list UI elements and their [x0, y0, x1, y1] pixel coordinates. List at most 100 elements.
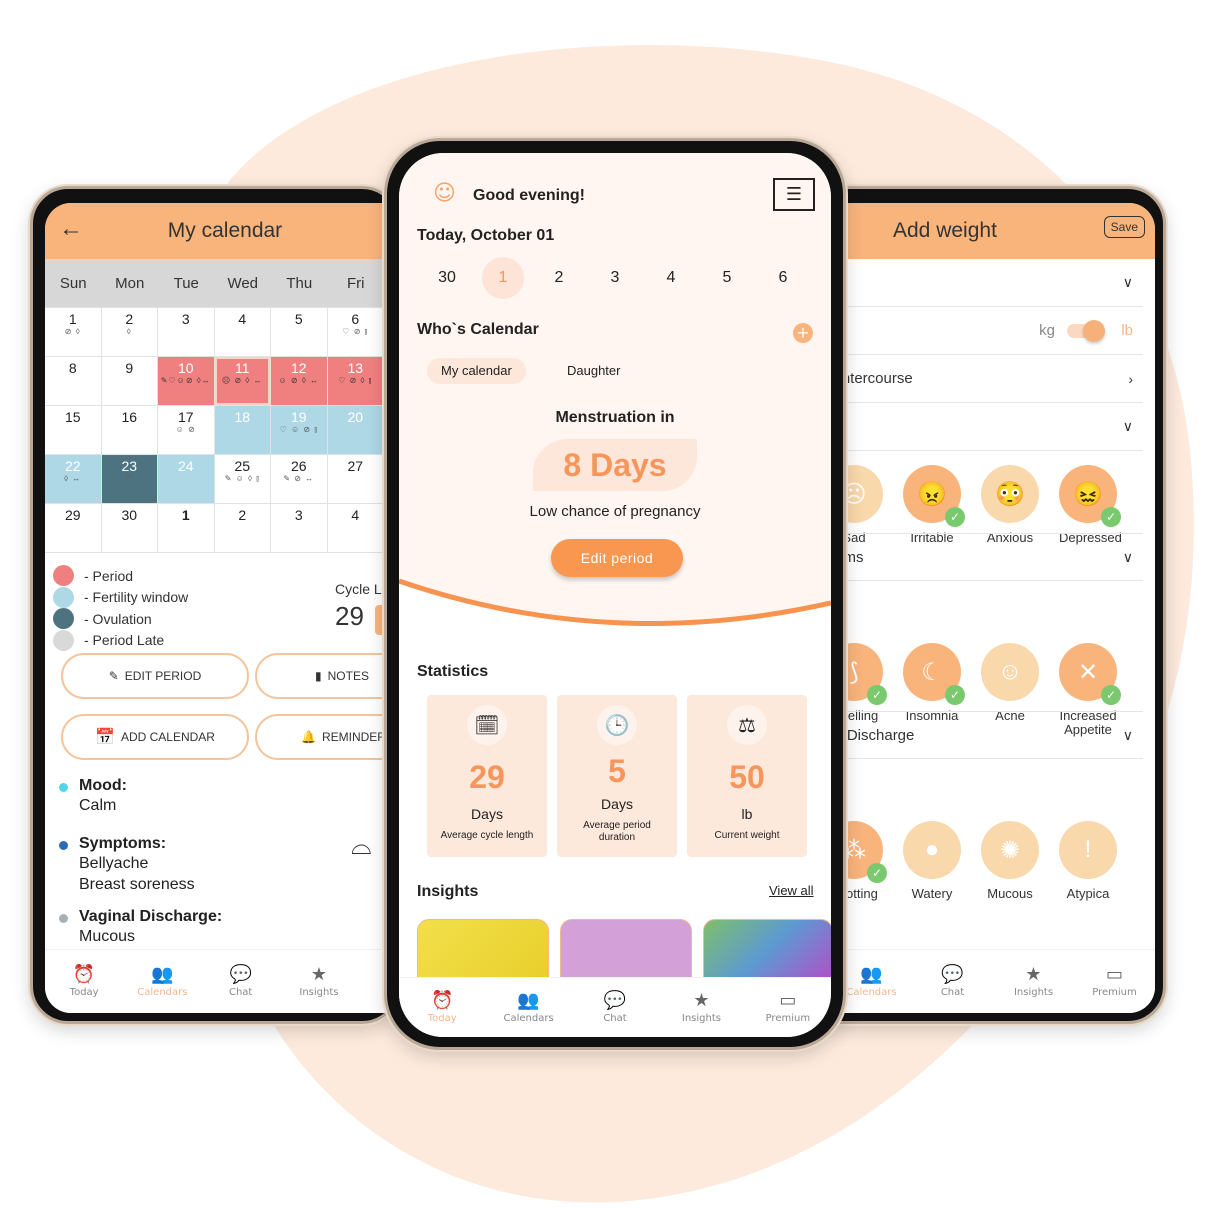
nav-label: Insights	[299, 987, 339, 998]
calendar-day[interactable]: 3	[158, 308, 215, 357]
week-strip: 30 1 2 3 4 5 6	[419, 257, 811, 299]
nav-calendars[interactable]: 👥 Calendars	[123, 950, 201, 1013]
calendar-day[interactable]: 12 ☺ ⊘ ◊ ↔	[271, 357, 328, 406]
reminders-button[interactable]: 🔔 REMINDERS	[255, 714, 397, 760]
calendar-day[interactable]: 22 ◊ ↔	[45, 455, 102, 504]
calendar-day[interactable]: 30	[101, 504, 158, 553]
arrow-left-icon[interactable]: ←	[59, 215, 83, 243]
calendar-day[interactable]: 1	[158, 504, 215, 553]
insight-card[interactable]	[703, 919, 831, 979]
nav-chat[interactable]: 💬 Chat	[572, 978, 658, 1037]
calendar-day[interactable]: 19 ♡ ☺ ⊘ ⫾	[271, 406, 328, 455]
nav-premium[interactable]: ▭ Premium	[1074, 950, 1155, 1013]
check-icon: ✓	[945, 507, 965, 527]
stat-label: Average cycle length	[440, 830, 534, 841]
option-atypica[interactable]: ! Atypica	[1059, 821, 1117, 901]
calendar-day[interactable]: 2 ◊	[101, 308, 158, 357]
option-watery[interactable]: ● Watery	[903, 821, 961, 901]
option-label: Watery	[911, 886, 953, 901]
legend-swatch	[53, 586, 74, 608]
edit-period-button[interactable]: Edit period	[551, 539, 683, 577]
day-number: 6	[351, 311, 360, 327]
check-icon: ✓	[867, 863, 887, 883]
chevron-down-icon: ∨	[1122, 726, 1133, 743]
week-day[interactable]: 3	[587, 257, 643, 299]
calendar-day[interactable]: 1 ⊘ ◊	[45, 308, 102, 357]
add-calendar-button[interactable]: 📅 ADD CALENDAR	[61, 714, 249, 760]
nav-premium[interactable]: ▭ Premium	[745, 978, 831, 1037]
symptoms-info: Symptoms: Bellyache Breast soreness	[59, 835, 195, 895]
calendar-day[interactable]: 3	[271, 504, 328, 553]
calendar-day[interactable]: 20	[327, 406, 384, 455]
nav-insights[interactable]: ★ Insights	[280, 950, 358, 1013]
insight-card[interactable]	[560, 919, 692, 979]
calendar-day[interactable]: 13 ♡ ⊘ ◊ ⫾	[327, 357, 384, 406]
chevron-right-icon: ›	[1128, 370, 1133, 387]
calendar-day[interactable]: 8	[45, 357, 102, 406]
calendar-day[interactable]: 29	[45, 504, 102, 553]
hamburger-menu-icon[interactable]: ☰	[773, 178, 815, 211]
pencil-icon: ✎	[108, 669, 119, 683]
edit-period-button[interactable]: ✎ EDIT PERIOD	[61, 653, 249, 699]
calendar-day[interactable]: 10 ✎♡☺⊘ ◊↔	[158, 357, 215, 406]
week-day[interactable]: 4	[643, 257, 699, 299]
add-calendar-plus-icon[interactable]: +	[793, 323, 813, 343]
day-number: 12	[290, 360, 307, 376]
calendar-day[interactable]: 15	[45, 406, 102, 455]
calendar-day[interactable]: 9	[101, 357, 158, 406]
calendar-day[interactable]: 16	[101, 406, 158, 455]
cycle-label: Cycle Le	[335, 581, 390, 597]
nav-label: Chat	[940, 987, 965, 998]
chip-daughter[interactable]: Daughter	[553, 358, 634, 384]
save-button[interactable]: Save	[1103, 216, 1145, 238]
week-day[interactable]: 2	[531, 257, 587, 299]
check-icon: ✓	[1101, 685, 1121, 705]
week-day-selected[interactable]: 1	[482, 257, 524, 299]
insight-card[interactable]	[417, 919, 549, 979]
nav-today[interactable]: ⏰ Today	[399, 978, 485, 1037]
calendar-day[interactable]: 17 ☺ ⊘	[158, 406, 215, 455]
day-log-icons: ☺ ⊘	[175, 425, 196, 434]
discharge-dot	[59, 914, 68, 923]
calendar-day[interactable]: 18	[214, 406, 271, 455]
notes-button[interactable]: ▮ NOTES	[255, 653, 397, 699]
intercourse-row[interactable]: l intercourse ›	[831, 355, 1143, 403]
mood-row[interactable]: ∨	[831, 403, 1143, 451]
calendar-day[interactable]: 2	[214, 504, 271, 553]
calendar-day[interactable]: 23 ♡	[101, 455, 158, 504]
nav-calendars[interactable]: 👥 Calendars	[485, 978, 571, 1037]
symptoms-row[interactable]: toms ∨	[831, 533, 1143, 581]
alarm-clock-icon: ⏰	[430, 990, 454, 1011]
nav-chat[interactable]: 💬 Chat	[912, 950, 993, 1013]
users-icon: 👥	[860, 964, 883, 985]
week-day[interactable]: 5	[699, 257, 755, 299]
calendar-day[interactable]: 24	[158, 455, 215, 504]
moon-icon: ☾ ✓	[903, 643, 965, 705]
user-avatar-icon[interactable]: ☺	[433, 181, 456, 206]
chip-my-calendar[interactable]: My calendar	[427, 358, 526, 384]
calendar-day[interactable]: 4	[327, 504, 384, 553]
discharge-row[interactable]: al Discharge ∨	[831, 711, 1143, 759]
calendar-day[interactable]: 4	[214, 308, 271, 357]
nav-chat[interactable]: 💬 Chat	[202, 950, 280, 1013]
week-day[interactable]: 6	[755, 257, 811, 299]
nav-insights[interactable]: ★ Insights	[993, 950, 1074, 1013]
day-number: 8	[68, 360, 77, 376]
star-icon: ★	[1025, 964, 1042, 985]
nav-insights[interactable]: ★ Insights	[658, 978, 744, 1037]
whos-calendar-title: Who`s Calendar	[417, 321, 539, 338]
weight-row[interactable]: ht∨	[831, 259, 1143, 307]
week-day[interactable]: 30	[419, 257, 475, 299]
calendar-day[interactable]: 5	[271, 308, 328, 357]
unit-toggle[interactable]	[1067, 319, 1105, 342]
view-all-link[interactable]: View all	[769, 883, 814, 898]
option-mucous[interactable]: ✺ Mucous	[981, 821, 1039, 901]
nav-today[interactable]: ⏰ Today	[45, 950, 123, 1013]
calendar-day[interactable]: 25 ✎ ☺ ◊ ⫾	[214, 455, 271, 504]
calendar-day[interactable]: 6 ♡ ⊘ ⫾	[327, 308, 384, 357]
calendar-day[interactable]: 26 ✎ ⊘ ↔	[271, 455, 328, 504]
calendar-day[interactable]: 11 ☹ ⊘ ◊ ↔	[214, 357, 271, 406]
calendar-day[interactable]: 27	[327, 455, 384, 504]
option-label: Atypica	[1066, 886, 1110, 901]
credit-card-icon: ▭	[1105, 964, 1123, 985]
